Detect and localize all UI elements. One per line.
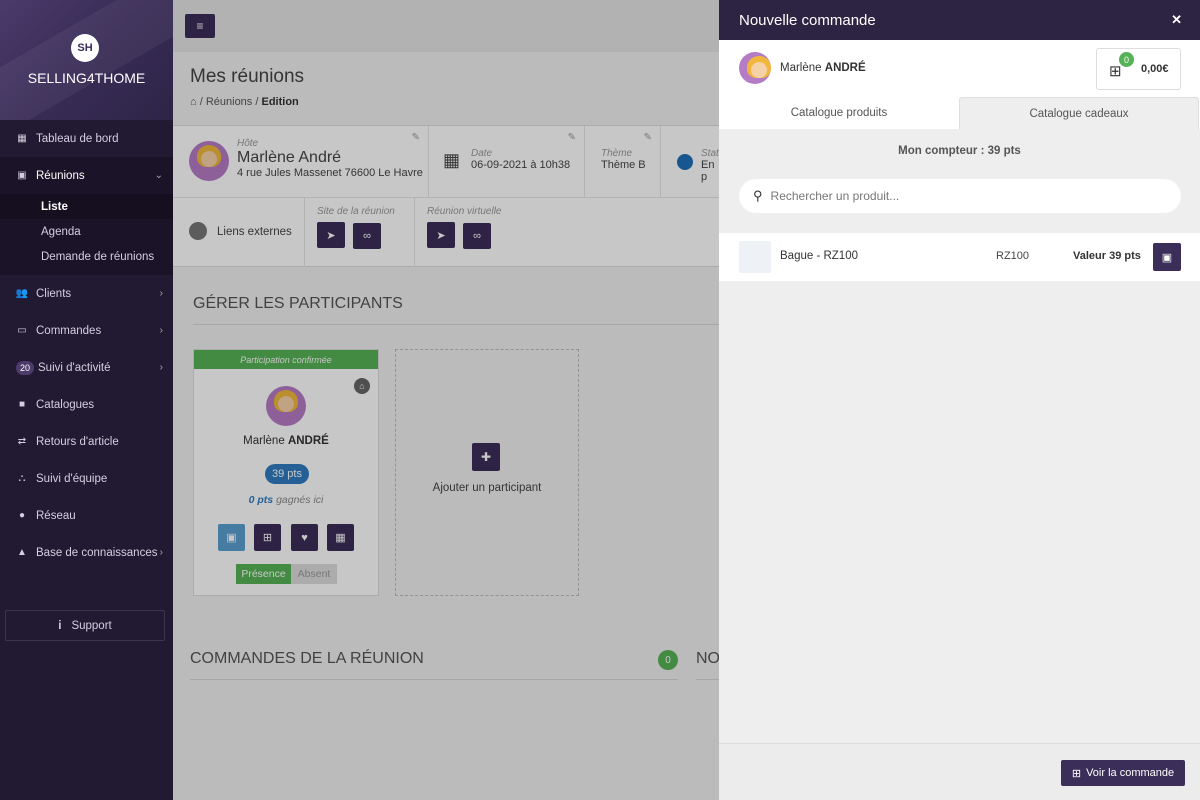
activity-count-badge: 20	[16, 360, 34, 375]
sidebar-item-label: Base de connaissances	[36, 546, 158, 559]
sidebar-item-retours[interactable]: ⇄ Retours d'article	[0, 423, 173, 460]
support-button[interactable]: i Support	[5, 610, 165, 641]
cart-count-badge: 0	[1119, 52, 1134, 67]
product-name: Bague - RZ100	[780, 250, 858, 262]
sidebar-item-suivi-equipe[interactable]: ⛬ Suivi d'équipe	[0, 460, 173, 497]
sidebar-item-clients[interactable]: 👥 Clients ›	[0, 275, 173, 312]
chevron-right-icon: ›	[159, 547, 163, 558]
product-ref: RZ100	[996, 250, 1030, 262]
sidebar-item-label: Suivi d'équipe	[36, 472, 108, 485]
brand-logo[interactable]: SH	[71, 34, 99, 62]
sidebar-item-label: Commandes	[36, 324, 102, 337]
sidebar-item-commandes[interactable]: ▭ Commandes ›	[0, 312, 173, 349]
calendar-icon: ▣	[17, 170, 27, 181]
sidebar-item-catalogues[interactable]: ■ Catalogues	[0, 386, 173, 423]
card-icon: ▭	[17, 325, 27, 336]
basket-icon: ⊞	[1071, 767, 1082, 780]
sidebar-item-label: Réunions	[36, 169, 85, 182]
sidebar-item-dashboard[interactable]: ▦ Tableau de bord	[0, 120, 173, 157]
add-gift-product-button[interactable]: ▣	[1153, 243, 1181, 271]
product-thumbnail	[739, 241, 771, 273]
tab-catalogue-cadeaux[interactable]: Catalogue cadeaux	[959, 97, 1199, 129]
cart-button[interactable]: ⊞ 0 0,00€	[1096, 48, 1181, 90]
brand-area: SH SELLING4THOME	[0, 0, 173, 120]
chevron-right-icon: ›	[159, 288, 163, 299]
sidebar-item-label: Tableau de bord	[36, 132, 119, 145]
sidebar-submenu: Liste Agenda Demande de réunions	[0, 194, 173, 275]
basket-icon: ⊞	[1109, 63, 1122, 80]
sidebar-item-label: Réseau	[36, 509, 76, 522]
sidebar-subitem-agenda[interactable]: Agenda	[0, 219, 173, 244]
product-row: Bague - RZ100 RZ100 Valeur 39 pts ▣	[719, 233, 1200, 281]
info-icon: i	[58, 619, 62, 632]
sidebar-item-label: Clients	[36, 287, 72, 300]
sidebar-subitem-liste[interactable]: Liste	[0, 194, 173, 219]
view-order-label: Voir la commande	[1086, 767, 1175, 779]
sidebar: SH SELLING4THOME ▦ Tableau de bord ▣ Réu…	[0, 0, 173, 800]
panel-footer: ⊞ Voir la commande	[719, 743, 1200, 800]
sitemap-icon: ⛬	[18, 473, 26, 484]
client-bar: Marlène ANDRÉ ⊞ 0 0,00€	[719, 40, 1200, 97]
close-icon[interactable]: ✕	[1171, 12, 1182, 28]
dashboard-icon: ▦	[17, 133, 27, 144]
points-counter: Mon compteur : 39 pts	[898, 145, 1021, 157]
exchange-icon: ⇄	[17, 436, 27, 447]
tab-catalogue-produits[interactable]: Catalogue produits	[719, 97, 959, 129]
chevron-right-icon: ›	[159, 362, 163, 373]
catalog-tabs: Catalogue produits Catalogue cadeaux	[719, 97, 1200, 129]
chevron-right-icon: ›	[159, 325, 163, 336]
client-last-name: ANDRÉ	[824, 62, 866, 74]
users-icon: 👥	[15, 288, 29, 299]
sidebar-item-suivi-activite[interactable]: 20 Suivi d'activité ›	[0, 349, 173, 386]
graduation-cap-icon: ▲	[17, 547, 27, 558]
cart-amount: 0,00€	[1141, 63, 1169, 75]
new-order-panel: Nouvelle commande ✕ Marlène ANDRÉ ⊞ 0 0,…	[719, 0, 1200, 800]
sidebar-nav: ▦ Tableau de bord ▣ Réunions ⌄ Liste Age…	[0, 120, 173, 571]
search-icon: ⚲	[753, 188, 763, 203]
sidebar-item-reseau[interactable]: ● Réseau	[0, 497, 173, 534]
product-search[interactable]: ⚲	[739, 179, 1181, 213]
gift-icon: ▣	[1161, 251, 1173, 264]
sidebar-item-label: Suivi d'activité	[38, 361, 111, 374]
brand-name[interactable]: SELLING4THOME	[0, 70, 173, 86]
client-name: Marlène ANDRÉ	[780, 62, 866, 74]
book-icon: ■	[18, 399, 26, 410]
client-avatar	[739, 52, 771, 84]
panel-title: Nouvelle commande	[739, 11, 876, 29]
sidebar-item-label: Retours d'article	[36, 435, 119, 448]
sidebar-subitem-demande[interactable]: Demande de réunions	[0, 244, 173, 269]
globe-icon: ●	[18, 510, 26, 521]
sidebar-item-label: Catalogues	[36, 398, 95, 411]
panel-header: Nouvelle commande ✕	[719, 0, 1200, 40]
product-value: Valeur 39 pts	[1073, 250, 1141, 262]
sidebar-item-reunions[interactable]: ▣ Réunions ⌄	[0, 157, 173, 194]
sidebar-item-base-connaissances[interactable]: ▲ Base de connaissances ›	[0, 534, 173, 571]
support-label: Support	[71, 619, 112, 632]
search-input[interactable]	[770, 189, 1151, 203]
view-order-button[interactable]: ⊞ Voir la commande	[1061, 760, 1185, 786]
client-first-name: Marlène	[780, 62, 822, 74]
chevron-down-icon: ⌄	[154, 170, 163, 181]
